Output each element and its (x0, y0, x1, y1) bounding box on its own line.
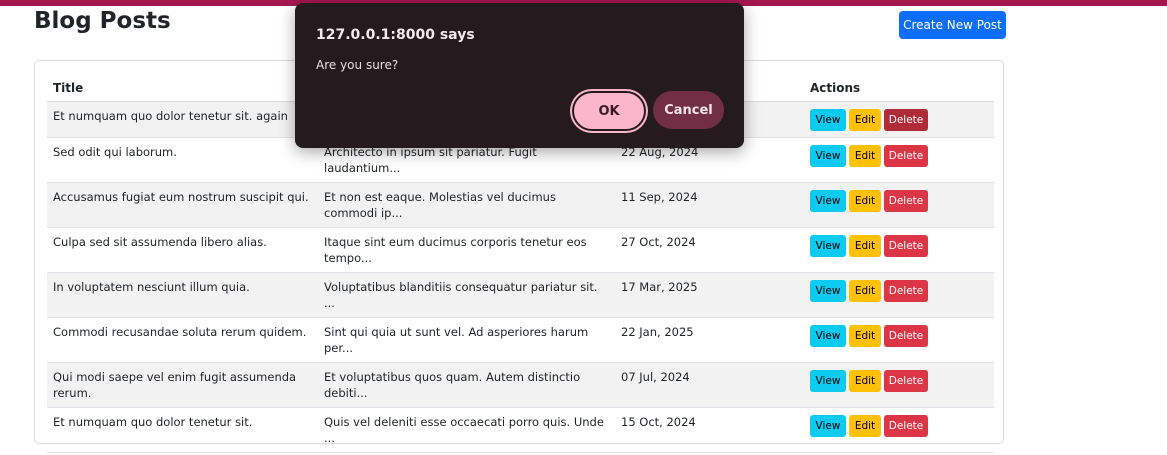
post-actions-cell: View Edit Delete (804, 317, 994, 363)
edit-button[interactable]: Edit (849, 145, 881, 167)
column-header-actions: Actions (804, 75, 994, 102)
delete-button[interactable]: Delete (884, 280, 928, 302)
post-actions-cell: View Edit Delete (804, 101, 994, 138)
create-new-post-button[interactable]: Create New Post (899, 11, 1006, 39)
post-title-cell: Commodi recusandae soluta rerum quidem. (47, 317, 318, 363)
delete-button[interactable]: Delete (884, 235, 928, 257)
view-button[interactable]: View (810, 280, 846, 302)
delete-button[interactable]: Delete (884, 415, 928, 437)
post-excerpt-cell: Voluptatibus blanditiis consequatur pari… (318, 272, 615, 318)
post-excerpt-cell: Itaque sint eum ducimus corporis tenetur… (318, 227, 615, 273)
page-title: Blog Posts (34, 8, 171, 34)
post-actions-cell: View Edit Delete (804, 182, 994, 228)
delete-button[interactable]: Delete (884, 325, 928, 347)
post-title-cell: Et numquam quo dolor tenetur sit. again (47, 101, 318, 138)
post-excerpt-cell: Et non est eaque. Molestias vel ducimus … (318, 182, 615, 228)
post-actions-cell: View Edit Delete (804, 272, 994, 318)
dialog-message: Are you sure? (316, 58, 399, 72)
view-button[interactable]: View (810, 109, 846, 131)
dialog-title: 127.0.0.1:8000 says (316, 27, 475, 43)
table-row: Qui modi saepe vel enim fugit assumenda … (47, 362, 994, 408)
edit-button[interactable]: Edit (849, 235, 881, 257)
table-row: Commodi recusandae soluta rerum quidem. … (47, 317, 994, 363)
view-button[interactable]: View (810, 325, 846, 347)
delete-button[interactable]: Delete (884, 190, 928, 212)
view-button[interactable]: View (810, 370, 846, 392)
confirm-dialog: 127.0.0.1:8000 says Are you sure? OK Can… (295, 3, 744, 148)
table-row: Culpa sed sit assumenda libero alias. It… (47, 227, 994, 273)
post-title-cell: Culpa sed sit assumenda libero alias. (47, 227, 318, 273)
post-date-cell: 07 Jul, 2024 (615, 362, 804, 408)
edit-button[interactable]: Edit (849, 109, 881, 131)
post-date-cell: 27 Oct, 2024 (615, 227, 804, 273)
edit-button[interactable]: Edit (849, 370, 881, 392)
post-title-cell: Qui modi saepe vel enim fugit assumenda … (47, 362, 318, 408)
post-title-cell: Accusamus fugiat eum nostrum suscipit qu… (47, 182, 318, 228)
dialog-ok-button[interactable]: OK (574, 93, 644, 129)
post-date-cell: 15 Oct, 2024 (615, 407, 804, 453)
post-excerpt-cell: Sint qui quia ut sunt vel. Ad asperiores… (318, 317, 615, 363)
table-row: Accusamus fugiat eum nostrum suscipit qu… (47, 182, 994, 228)
delete-button[interactable]: Delete (884, 109, 928, 131)
edit-button[interactable]: Edit (849, 190, 881, 212)
post-date-cell: 17 Mar, 2025 (615, 272, 804, 318)
post-excerpt-cell: Quis vel deleniti esse occaecati porro q… (318, 407, 615, 453)
dialog-cancel-button[interactable]: Cancel (653, 91, 724, 129)
post-excerpt-cell: Et voluptatibus quos quam. Autem distinc… (318, 362, 615, 408)
column-header-title: Title (47, 75, 318, 102)
post-date-cell: 22 Jan, 2025 (615, 317, 804, 363)
view-button[interactable]: View (810, 190, 846, 212)
post-title-cell: Et numquam quo dolor tenetur sit. (47, 407, 318, 453)
edit-button[interactable]: Edit (849, 325, 881, 347)
view-button[interactable]: View (810, 235, 846, 257)
post-actions-cell: View Edit Delete (804, 137, 994, 183)
table-row: Et numquam quo dolor tenetur sit. Quis v… (47, 407, 994, 453)
delete-button[interactable]: Delete (884, 145, 928, 167)
post-title-cell: In voluptatem nesciunt illum quia. (47, 272, 318, 318)
post-title-cell: Sed odit qui laborum. (47, 137, 318, 183)
post-actions-cell: View Edit Delete (804, 407, 994, 453)
edit-button[interactable]: Edit (849, 415, 881, 437)
edit-button[interactable]: Edit (849, 280, 881, 302)
post-actions-cell: View Edit Delete (804, 362, 994, 408)
post-actions-cell: View Edit Delete (804, 227, 994, 273)
table-row: In voluptatem nesciunt illum quia. Volup… (47, 272, 994, 318)
view-button[interactable]: View (810, 415, 846, 437)
delete-button[interactable]: Delete (884, 370, 928, 392)
view-button[interactable]: View (810, 145, 846, 167)
post-date-cell: 11 Sep, 2024 (615, 182, 804, 228)
